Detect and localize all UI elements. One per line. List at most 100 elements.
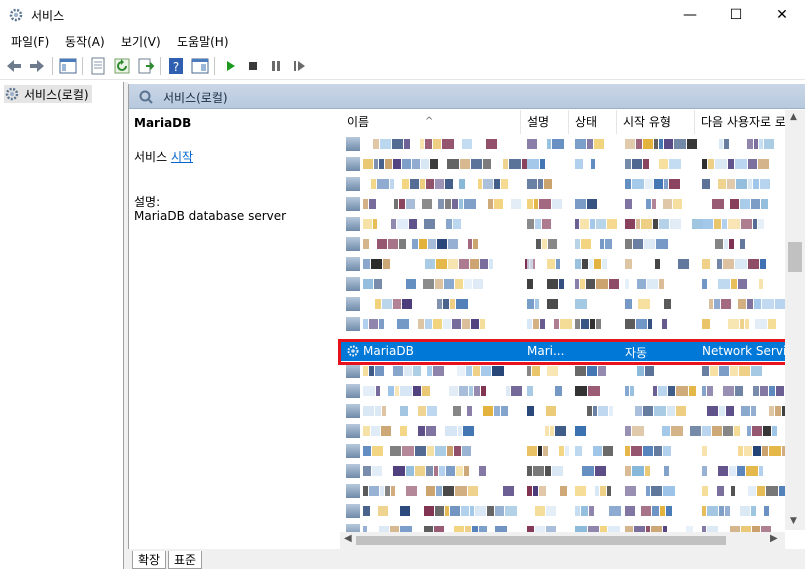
- obscured-text-block: [445, 179, 453, 189]
- tree-item-services-local[interactable]: 서비스(로컬): [4, 85, 92, 103]
- obscured-text-block: [444, 279, 454, 289]
- table-row[interactable]: [341, 234, 801, 254]
- obscured-text-block: [763, 426, 771, 436]
- obscured-text-block: [760, 179, 770, 189]
- tab-standard[interactable]: 표준: [168, 551, 203, 569]
- table-row[interactable]: [341, 254, 801, 274]
- obscured-text-block: [636, 139, 642, 149]
- obscured-text-block: [598, 406, 608, 416]
- export-list-icon[interactable]: [136, 56, 156, 76]
- show-hide-action-pane-icon[interactable]: [190, 56, 210, 76]
- obscured-text-block: [443, 486, 454, 496]
- minimize-button[interactable]: —: [667, 0, 713, 30]
- obscured-text-block: [632, 179, 644, 189]
- obscured-text-block: [363, 366, 368, 376]
- forward-arrow-icon[interactable]: [27, 56, 47, 76]
- obscured-text-block: [445, 506, 449, 516]
- close-button[interactable]: ✕: [759, 0, 805, 30]
- column-header-name[interactable]: ^ 이름: [341, 110, 521, 134]
- obscured-text-block: [753, 179, 759, 189]
- obscured-text-block: [436, 486, 442, 496]
- obscured-text-block: [547, 259, 555, 269]
- obscured-text-block: [702, 386, 706, 396]
- menu-file[interactable]: 파일(F): [11, 33, 49, 50]
- console-tree-icon[interactable]: [58, 56, 78, 76]
- table-row[interactable]: [341, 174, 801, 194]
- help-icon[interactable]: ?: [166, 56, 186, 76]
- horizontal-scrollbar[interactable]: ◀ ▶: [340, 532, 785, 549]
- obscured-text-block: [708, 159, 714, 169]
- table-row[interactable]: [341, 401, 801, 421]
- obscured-text-block: [434, 466, 438, 476]
- obscured-text-block: [659, 279, 664, 289]
- properties-icon[interactable]: [88, 56, 108, 76]
- table-row[interactable]: [341, 134, 801, 154]
- table-row[interactable]: [341, 274, 801, 294]
- menu-help[interactable]: 도움말(H): [177, 33, 229, 50]
- obscured-text-block: [527, 299, 534, 309]
- obscured-text-block: [495, 506, 504, 516]
- obscured-text-block: [654, 406, 666, 416]
- tab-extended[interactable]: 확장: [132, 551, 167, 569]
- scroll-left-arrow-icon[interactable]: ◀: [344, 533, 352, 544]
- table-row[interactable]: [341, 441, 801, 461]
- table-row[interactable]: [341, 214, 801, 234]
- obscured-text-block: [369, 199, 376, 209]
- horizontal-scroll-thumb[interactable]: [356, 536, 726, 545]
- table-row[interactable]: [341, 461, 801, 481]
- table-row[interactable]: [341, 381, 801, 401]
- table-row[interactable]: [341, 154, 801, 174]
- column-header-startup-type[interactable]: 시작 유형: [617, 110, 695, 134]
- table-row[interactable]: [341, 501, 801, 521]
- obscured-text-block: [702, 319, 710, 329]
- obscured-text-block: [575, 279, 579, 289]
- obscured-text-block: [424, 506, 434, 516]
- column-header-description[interactable]: 설명: [521, 110, 569, 134]
- table-row[interactable]: [341, 314, 801, 334]
- refresh-icon[interactable]: [112, 56, 132, 76]
- stop-service-icon[interactable]: [243, 56, 263, 76]
- table-row[interactable]: [341, 421, 801, 441]
- obscured-text-block: [641, 506, 651, 516]
- scroll-right-arrow-icon[interactable]: ▶: [770, 533, 778, 544]
- vertical-scrollbar[interactable]: ▲ ▼: [785, 110, 805, 530]
- vertical-scroll-thumb[interactable]: [788, 242, 802, 272]
- obscured-text-block: [702, 486, 708, 496]
- tree-item-label: 서비스(로컬): [24, 87, 89, 102]
- obscured-text-block: [473, 279, 483, 289]
- table-row[interactable]: [341, 194, 801, 214]
- sort-ascending-icon: ^: [425, 116, 434, 127]
- obscured-text-block: [668, 386, 675, 396]
- obscured-text-block: [625, 299, 632, 309]
- obscured-text-block: [645, 466, 650, 476]
- obscured-text-block: [575, 446, 582, 456]
- obscured-text-block: [480, 319, 485, 329]
- start-service-play-icon[interactable]: [220, 56, 240, 76]
- obscured-text-block: [462, 139, 472, 149]
- obscured-text-block: [751, 366, 762, 376]
- pause-service-icon[interactable]: [266, 56, 286, 76]
- maximize-button[interactable]: ☐: [713, 0, 759, 30]
- obscured-text-block: [547, 279, 558, 289]
- obscured-text-block: [371, 426, 380, 436]
- obscured-text-block: [478, 179, 482, 189]
- obscured-text-block: [663, 486, 675, 496]
- obscured-text-block: [580, 219, 589, 229]
- obscured-text-block: [415, 466, 425, 476]
- menu-action[interactable]: 동작(A): [65, 33, 105, 50]
- obscured-text-block: [385, 486, 390, 496]
- restart-service-icon[interactable]: [289, 56, 309, 76]
- table-row[interactable]: [341, 481, 801, 501]
- scroll-down-arrow-icon[interactable]: ▼: [790, 516, 797, 526]
- obscured-text-block: [540, 159, 545, 169]
- scroll-up-arrow-icon[interactable]: ▲: [790, 112, 797, 122]
- obscured-text-block: [388, 239, 398, 249]
- column-header-status[interactable]: 상태: [569, 110, 617, 134]
- menu-view[interactable]: 보기(V): [121, 33, 161, 50]
- back-arrow-icon[interactable]: [4, 56, 24, 76]
- obscured-text-block: [651, 486, 662, 496]
- table-row[interactable]: [341, 294, 801, 314]
- console-tree-pane: 서비스(로컬): [0, 82, 124, 569]
- start-service-link[interactable]: 시작: [171, 150, 193, 164]
- obscured-text-block: [382, 299, 392, 309]
